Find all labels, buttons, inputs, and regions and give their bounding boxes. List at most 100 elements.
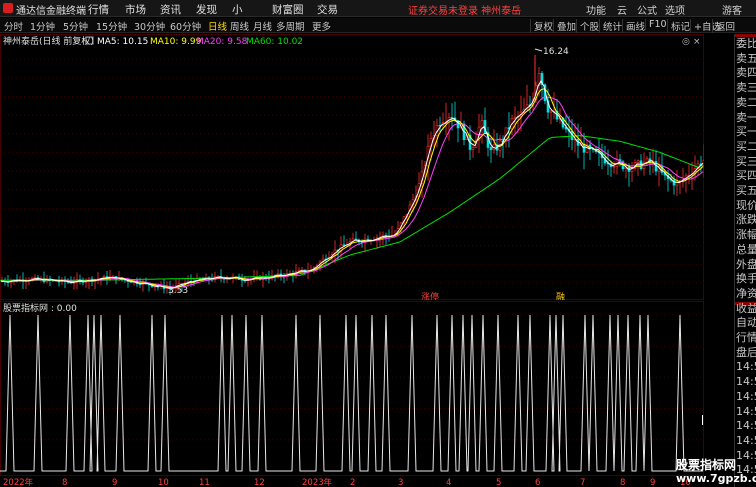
quote-side-panel[interactable]: 委比 卖五 卖四 卖三 卖二 卖一 买一 买二 买三 买四 买五 现价 涨跌 涨幅 总量 外盘 换手 净资 收益 自动… xyxy=(734,34,756,487)
side-panel-label: 买一 xyxy=(736,125,756,139)
side-panel-label: 卖四 xyxy=(736,66,756,80)
period-1min[interactable]: 1分钟 xyxy=(30,19,55,33)
kline-chart[interactable]: 16.0015.0014.0013.0012.0011.0010.009.008… xyxy=(0,34,704,300)
period-timeshare[interactable]: 分时 xyxy=(4,19,23,33)
candle-body xyxy=(636,160,640,163)
time-axis-tick: 3 xyxy=(398,478,403,487)
candle-body xyxy=(612,165,616,168)
menu-wealth[interactable]: 财富圈 xyxy=(272,2,304,17)
menu-xiaoxiao[interactable]: 小 xyxy=(232,2,243,17)
candle-body xyxy=(702,159,704,166)
stock-button[interactable]: 个股 xyxy=(576,19,599,33)
side-panel-label: 卖一 xyxy=(736,110,756,124)
indicator-chart[interactable]: 1.000.800.600.400.200.48 股票指标网 : 0.00 xyxy=(0,301,704,476)
stats-button[interactable]: 统计 xyxy=(599,19,622,33)
watermark-text: 股票指标网 xyxy=(676,458,737,472)
indicator-title: 股票指标网 : 0.00 xyxy=(3,302,77,314)
menu-discover[interactable]: 发现 xyxy=(196,2,217,17)
side-panel-label: 净资 xyxy=(736,286,756,300)
close-panel-icon[interactable]: × xyxy=(693,37,701,47)
time-axis-tick: 11 xyxy=(199,478,210,487)
side-panel-label: 行情 xyxy=(736,331,756,344)
period-weekly[interactable]: 周线 xyxy=(230,19,249,33)
time-axis-tick: 10 xyxy=(158,478,169,487)
time-axis: 2022年 8 9 10 11 12 2023年 2 3 4 5 6 7 8 9 10 xyxy=(0,476,704,487)
app-title: 通达信金融终端 xyxy=(16,6,86,17)
title-bar: 通达信金融终端 行情 市场 资讯 发现 小 财富圈 交易 证券交易未登录 神州泰… xyxy=(0,0,756,17)
menu-market[interactable]: 市场 xyxy=(125,2,146,17)
side-panel-label: 卖三 xyxy=(736,81,756,95)
period-daily[interactable]: 日线 xyxy=(208,19,227,33)
menu-news[interactable]: 资讯 xyxy=(160,2,181,17)
period-monthly[interactable]: 月线 xyxy=(253,19,272,33)
f10-button[interactable]: F10 xyxy=(645,19,667,30)
side-panel-label: 卖五 xyxy=(736,51,756,65)
side-panel-label: 委比 xyxy=(736,37,756,50)
time-axis-tick: 4 xyxy=(446,478,451,487)
period-30min[interactable]: 30分钟 xyxy=(134,19,165,33)
time-axis-tick: 6 xyxy=(535,478,540,487)
margin-tag: 融 xyxy=(556,292,565,300)
app-logo-icon xyxy=(3,3,13,13)
overlay-button[interactable]: 叠加 xyxy=(553,19,576,33)
side-panel-label: 换手 xyxy=(736,272,756,286)
time-axis-tick: 8 xyxy=(620,478,625,487)
side-panel-label: 涨跌 xyxy=(736,213,756,227)
time-axis-tick: 9 xyxy=(650,478,655,487)
ma60-label: MA60: 10.02 xyxy=(246,37,303,47)
side-panel-label: 14:56 xyxy=(736,404,756,418)
side-panel-label: 外盘 xyxy=(736,257,756,271)
stock-title: 神州泰岳(日线 前复权) xyxy=(3,35,94,47)
side-panel-label: 买五 xyxy=(736,184,756,197)
side-panel-label: 买四 xyxy=(736,169,756,183)
period-more[interactable]: 更多 xyxy=(312,19,331,33)
menu-guest[interactable]: 游客 xyxy=(722,2,742,17)
back-button[interactable]: 返回 xyxy=(712,19,735,33)
time-axis-tick: 2 xyxy=(350,478,355,487)
time-axis-tick: 2023年 xyxy=(302,477,333,487)
side-panel-label: 总量 xyxy=(736,242,756,256)
time-axis-tick: 9 xyxy=(112,478,117,487)
side-panel-label: 卖二 xyxy=(736,95,756,109)
period-toolbar: 分时 1分钟 5分钟 15分钟 30分钟 60分钟 日线 周线 月线 多周期 更… xyxy=(0,18,756,33)
watermark-url: www.7gpzb.com xyxy=(676,472,756,485)
side-panel-label: 14:56 xyxy=(736,389,756,403)
menu-function[interactable]: 功能 xyxy=(586,2,606,17)
period-15min[interactable]: 15分钟 xyxy=(96,19,127,33)
menu-quotes[interactable]: 行情 xyxy=(88,2,109,17)
trade-notice[interactable]: 证券交易未登录 神州泰岳 xyxy=(408,2,521,17)
side-panel-label: 盘后 xyxy=(736,345,756,359)
side-panel-label: 14:56 xyxy=(736,433,756,447)
side-panel-label: 买三 xyxy=(736,154,756,168)
time-axis-tick: 2022年 xyxy=(3,477,34,487)
low-price-label: 3.53 xyxy=(168,286,188,296)
adjust-button[interactable]: 复权 xyxy=(530,19,553,33)
period-5min[interactable]: 5分钟 xyxy=(63,19,88,33)
ma5-label: MA5: 10.15 xyxy=(97,37,148,47)
limit-up-tag: 涨停 xyxy=(421,291,439,300)
candle-body xyxy=(450,117,454,119)
ma20-label: MA20: 9.58 xyxy=(196,37,248,47)
menu-trade[interactable]: 交易 xyxy=(317,2,338,17)
candle-body xyxy=(639,160,643,170)
side-panel-label: 现价 xyxy=(736,198,756,212)
time-axis-tick: 7 xyxy=(580,478,585,487)
side-panel-label: 14:56 xyxy=(736,419,756,433)
candle-body xyxy=(480,120,484,128)
side-panel-label: 14:56 xyxy=(736,375,756,389)
value-marker xyxy=(702,415,703,425)
period-60min[interactable]: 60分钟 xyxy=(170,19,201,33)
draw-button[interactable]: 画线 xyxy=(622,19,645,33)
candle-body xyxy=(489,147,493,151)
menu-formula[interactable]: 公式 xyxy=(637,2,657,17)
mark-button[interactable]: 标记 xyxy=(667,19,690,33)
side-panel-label: 14:56 xyxy=(736,448,756,462)
menu-small-label: 小 xyxy=(232,4,243,16)
side-panel-label: 涨幅 xyxy=(736,228,756,242)
menu-options[interactable]: 选项 xyxy=(665,2,685,17)
menu-cloud[interactable]: 云 xyxy=(617,2,627,17)
ma10-label: MA10: 9.99 xyxy=(150,37,202,47)
collapse-icon[interactable]: ◎ xyxy=(682,37,690,47)
period-multi[interactable]: 多周期 xyxy=(276,19,305,33)
side-panel-label: 自动 xyxy=(736,316,756,330)
